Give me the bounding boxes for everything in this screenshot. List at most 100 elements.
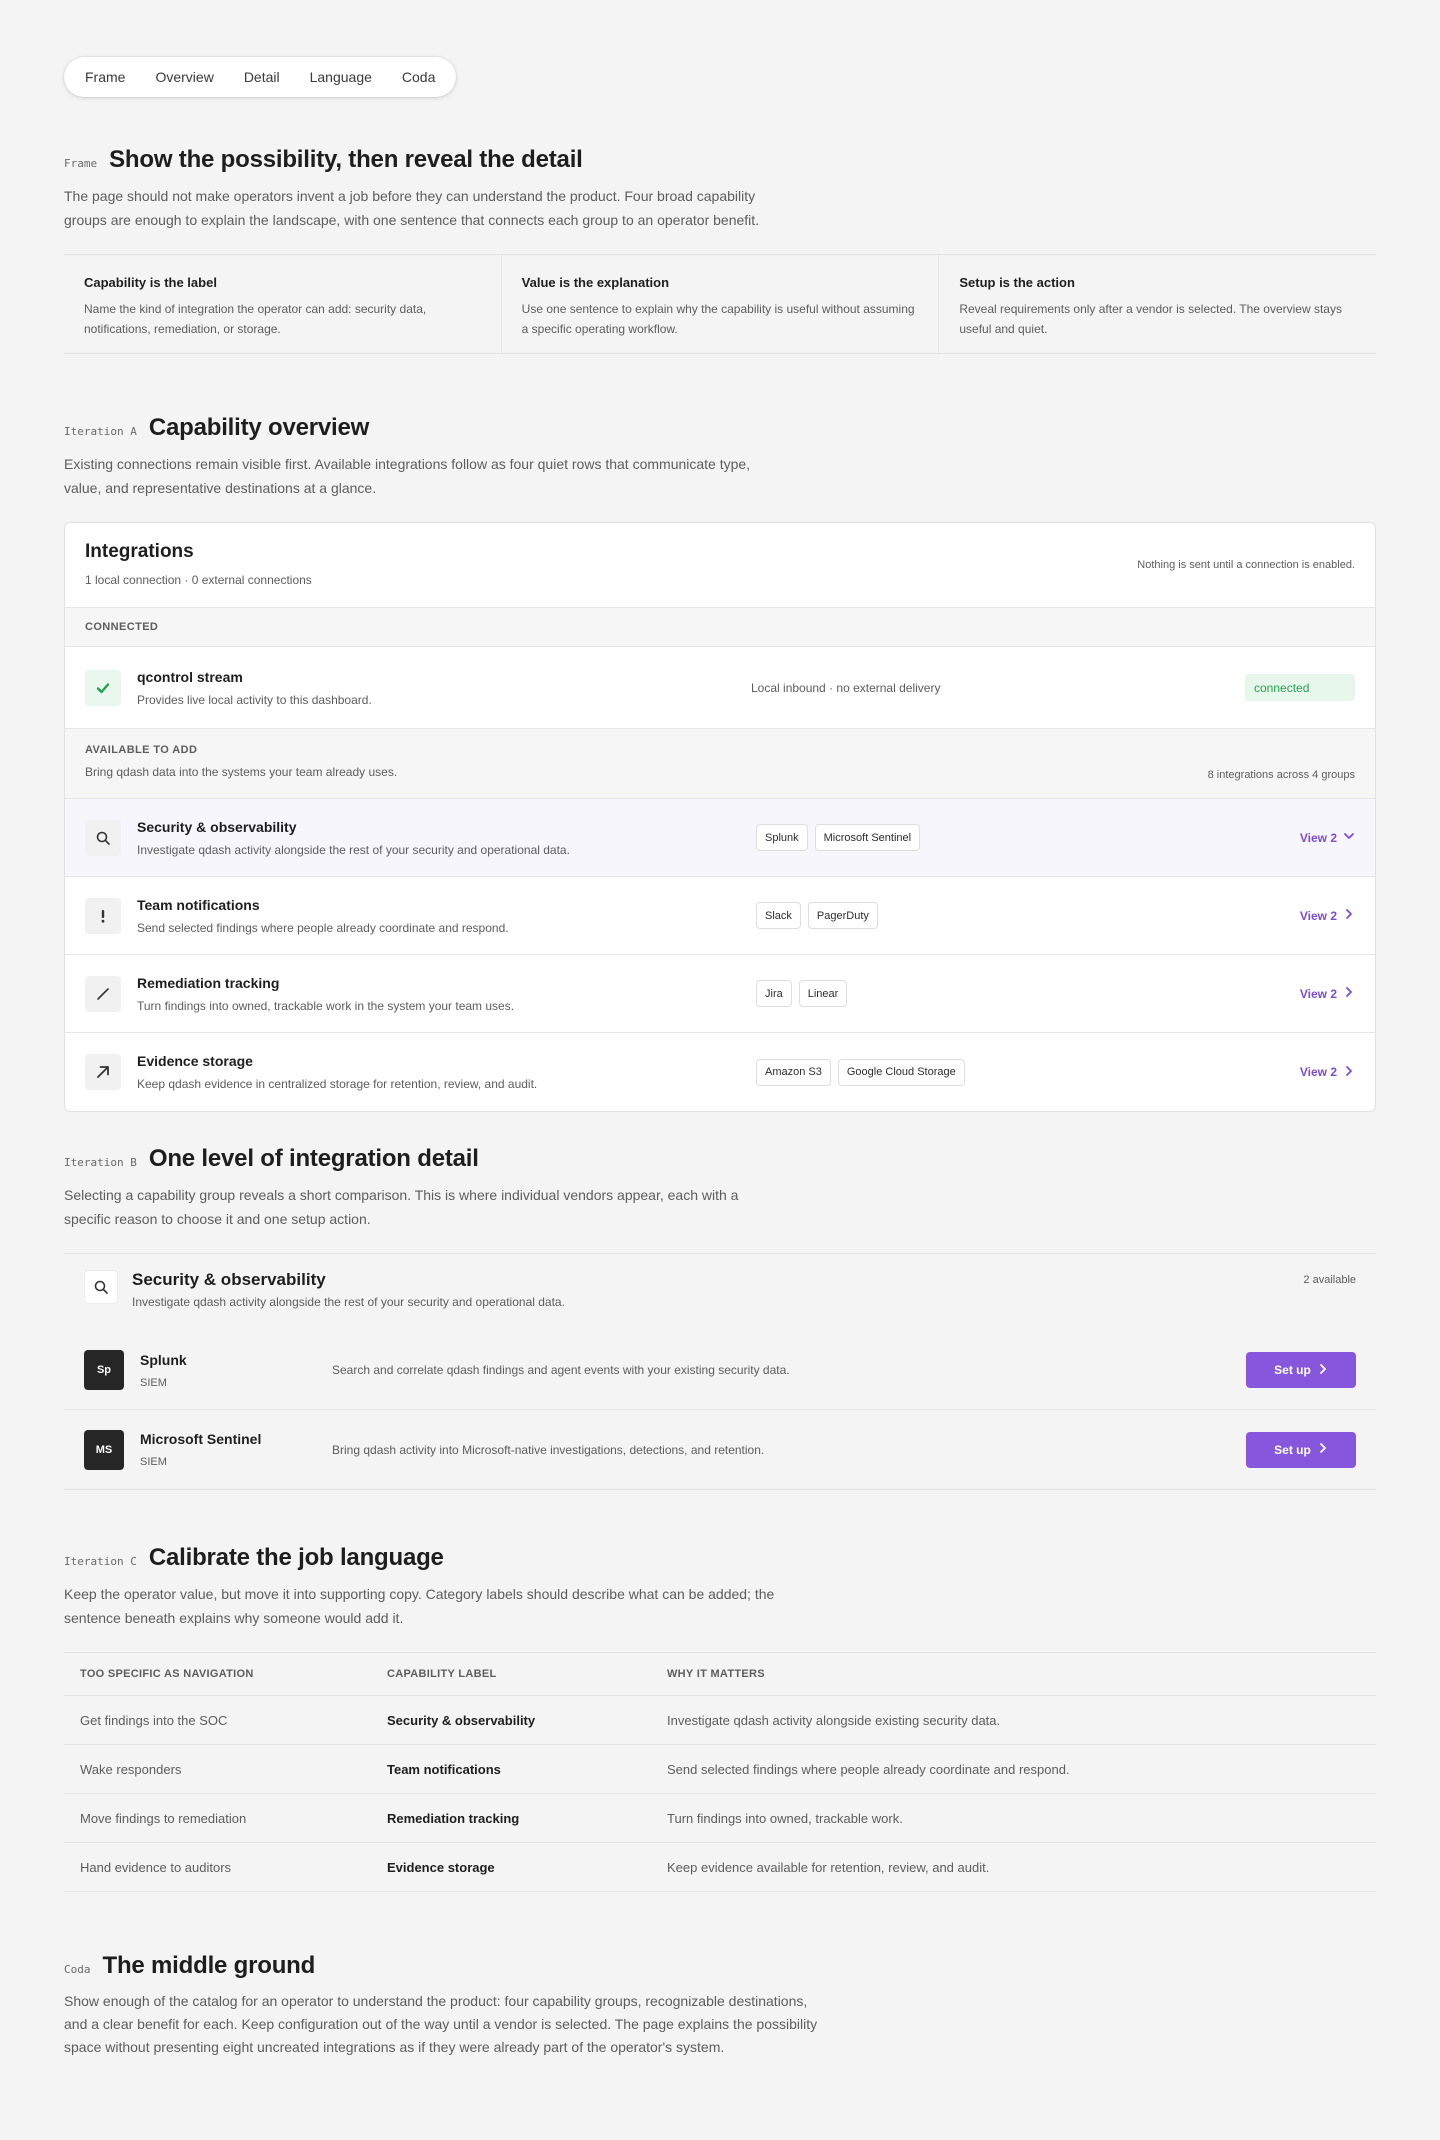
section-tag: Iteration A — [64, 425, 137, 438]
setup-label: Set up — [1274, 1363, 1311, 1377]
vendor-row: Sp Splunk SIEM Search and correlate qdas… — [64, 1331, 1376, 1410]
table-row: Hand evidence to auditors Evidence stora… — [64, 1843, 1376, 1892]
connection-name: qcontrol stream — [137, 668, 243, 685]
detail-section: Iteration B One level of integration det… — [64, 1145, 1376, 1490]
capability-row-notifications[interactable]: Team notifications Send selected finding… — [65, 877, 1375, 955]
section-description: Keep the operator value, but move it int… — [64, 1586, 775, 1626]
capability-row-storage[interactable]: Evidence storage Keep qdash evidence in … — [65, 1033, 1375, 1111]
integrations-panel: Integrations 1 local connection · 0 exte… — [64, 522, 1376, 1112]
section-tag: Coda — [64, 1963, 91, 1976]
capability-info: Team notifications Send selected finding… — [137, 897, 509, 935]
section-title: Show the possibility, then reveal the de… — [109, 146, 583, 173]
capability-desc: Send selected findings where people alre… — [137, 920, 509, 935]
section-description: Show enough of the catalog for an operat… — [64, 1993, 818, 2055]
section-tag: Frame — [64, 157, 98, 170]
section-title: The middle ground — [102, 1952, 316, 1979]
why-it-matters: Turn findings into owned, trackable work… — [667, 1810, 903, 1826]
vendor-comparison: Security & observability Investigate qda… — [64, 1253, 1376, 1490]
capability-info: Security & observability Investigate qda… — [137, 819, 570, 857]
group-desc: Investigate qdash activity alongside the… — [132, 1295, 565, 1309]
capability-label: Team notifications — [387, 1761, 501, 1777]
capability-row-remediation[interactable]: Remediation tracking Turn findings into … — [65, 955, 1375, 1033]
capability-name: Security & observability — [137, 818, 297, 835]
privacy-note: Nothing is sent until a connection is en… — [1137, 559, 1355, 571]
view-label: View 2 — [1299, 908, 1337, 923]
specific-job: Hand evidence to auditors — [80, 1859, 232, 1875]
section-title: Capability overview — [148, 414, 370, 441]
nav-frame[interactable]: Frame — [70, 57, 140, 97]
capability-desc: Turn findings into owned, trackable work… — [137, 998, 515, 1013]
destination-chip: Jira — [756, 980, 792, 1007]
pencil-icon — [85, 975, 121, 1012]
section-heading: Iteration B One level of integration det… — [64, 1145, 1376, 1173]
capability-label: Security & observability — [387, 1712, 536, 1728]
principle-desc: Reveal requirements only after a vendor … — [959, 302, 1342, 336]
nav-overview[interactable]: Overview — [140, 57, 228, 97]
search-icon — [84, 1270, 118, 1304]
destination-chip: PagerDuty — [807, 902, 878, 929]
capability-label: Remediation tracking — [387, 1810, 520, 1826]
section-title: One level of integration detail — [148, 1145, 479, 1172]
view-toggle[interactable]: View 2 — [1300, 986, 1355, 1001]
section-tag: Iteration C — [64, 1555, 137, 1568]
table-row: Wake responders Team notifications Send … — [64, 1745, 1376, 1794]
status-badge: connected — [1245, 674, 1355, 701]
vendor-row: MS Microsoft Sentinel SIEM Bring qdash a… — [64, 1410, 1376, 1489]
group-name: Security & observability — [132, 1270, 326, 1289]
destination-chip: Google Cloud Storage — [837, 1058, 965, 1086]
overview-section: Iteration A Capability overview Existing… — [64, 414, 1376, 1112]
frame-section: Frame Show the possibility, then reveal … — [64, 146, 1376, 354]
exclamation-icon — [85, 897, 121, 934]
view-toggle[interactable]: View 2 — [1300, 830, 1355, 845]
principle-desc: Name the kind of integration the operato… — [84, 302, 427, 336]
section-tag: Iteration B — [64, 1156, 137, 1169]
principle-desc: Use one sentence to explain why the capa… — [521, 302, 915, 336]
destination-chips: Splunk Microsoft Sentinel — [756, 824, 921, 851]
destination-chip: Slack — [756, 902, 801, 929]
capability-row-security[interactable]: Security & observability Investigate qda… — [65, 799, 1375, 877]
chevron-right-icon — [1343, 986, 1355, 1001]
principle-title: Value is the explanation — [521, 275, 670, 290]
connected-label: CONNECTED — [65, 608, 1375, 647]
section-title: Calibrate the job language — [148, 1544, 444, 1571]
nav-detail[interactable]: Detail — [229, 57, 295, 97]
vendor-name: Microsoft Sentinel — [140, 1431, 262, 1447]
destination-chips: Jira Linear — [756, 980, 848, 1007]
specific-job: Wake responders — [80, 1761, 182, 1777]
principle-card: Capability is the label Name the kind of… — [64, 255, 502, 353]
principle-title: Setup is the action — [959, 275, 1075, 290]
vendor-info: Microsoft Sentinel SIEM — [140, 1431, 330, 1468]
view-toggle[interactable]: View 2 — [1300, 908, 1355, 923]
why-it-matters: Keep evidence available for retention, r… — [667, 1859, 990, 1875]
setup-label: Set up — [1274, 1442, 1311, 1457]
destination-chip: Microsoft Sentinel — [814, 824, 921, 851]
specific-job: Get findings into the SOC — [80, 1712, 228, 1728]
section-description: The page should not make operators inven… — [64, 188, 760, 228]
principle-cards: Capability is the label Name the kind of… — [64, 254, 1376, 354]
setup-button[interactable]: Set up — [1246, 1431, 1356, 1468]
microsoft-sentinel-logo: MS — [84, 1429, 124, 1470]
nav-language[interactable]: Language — [295, 57, 387, 97]
column-header: TOO SPECIFIC AS NAVIGATION — [80, 1668, 254, 1680]
connected-row[interactable]: qcontrol stream Provides live local acti… — [65, 647, 1375, 729]
destination-chips: Amazon S3 Google Cloud Storage — [756, 1058, 965, 1086]
language-table: TOO SPECIFIC AS NAVIGATION CAPABILITY LA… — [64, 1652, 1376, 1892]
column-header: CAPABILITY LABEL — [387, 1668, 497, 1680]
panel-header: Integrations 1 local connection · 0 exte… — [65, 523, 1375, 608]
setup-button[interactable]: Set up — [1246, 1352, 1356, 1388]
section-nav: Frame Overview Detail Language Coda — [64, 57, 457, 97]
nav-coda[interactable]: Coda — [387, 57, 450, 97]
group-header: Security & observability Investigate qda… — [64, 1254, 1376, 1331]
table-row: Get findings into the SOC Security & obs… — [64, 1696, 1376, 1745]
table-row: Move findings to remediation Remediation… — [64, 1794, 1376, 1843]
view-toggle[interactable]: View 2 — [1300, 1065, 1355, 1080]
search-icon — [85, 819, 121, 856]
column-header: WHY IT MATTERS — [667, 1668, 765, 1680]
splunk-logo: Sp — [84, 1350, 124, 1390]
vendor-desc: Bring qdash activity into Microsoft-nati… — [332, 1442, 765, 1457]
arrow-up-right-icon — [85, 1054, 121, 1090]
table-header: TOO SPECIFIC AS NAVIGATION CAPABILITY LA… — [64, 1653, 1376, 1696]
connection-desc: Provides live local activity to this das… — [137, 692, 372, 707]
capability-label: Evidence storage — [387, 1859, 495, 1875]
destination-chips: Slack PagerDuty — [756, 902, 878, 929]
